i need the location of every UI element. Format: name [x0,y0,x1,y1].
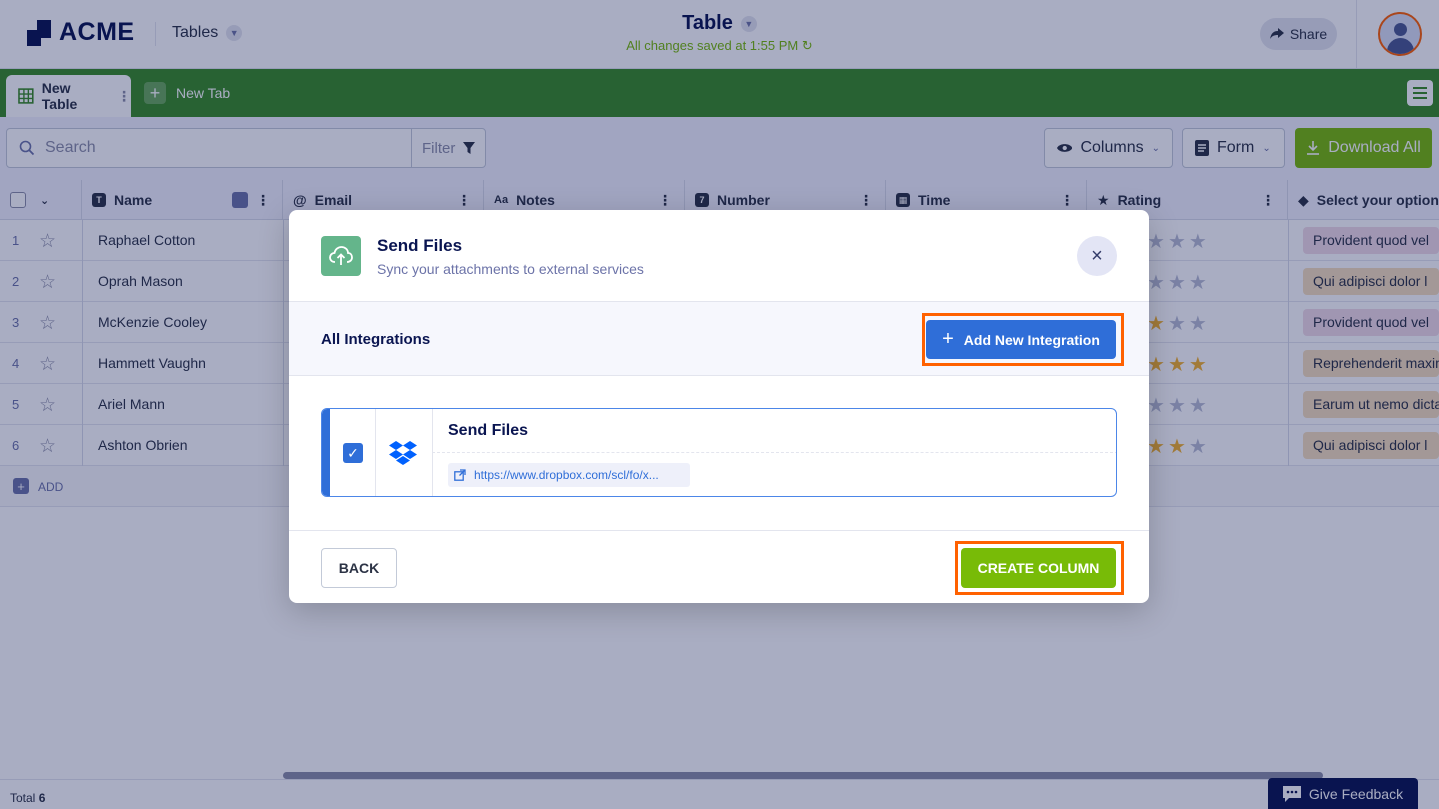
close-icon: × [1091,244,1103,267]
modal-subtitle: Sync your attachments to external servic… [377,261,644,277]
add-new-integration-button[interactable]: + Add New Integration [926,320,1116,359]
integration-checkbox[interactable]: ✓ [343,443,363,463]
modal-header: Send Files Sync your attachments to exte… [289,210,1149,302]
dropbox-icon [389,441,417,470]
plus-icon: + [942,328,954,350]
modal-footer: BACK CREATE COLUMN [289,530,1149,603]
create-column-button[interactable]: CREATE COLUMN [961,548,1116,588]
back-label: BACK [338,560,380,576]
modal-title: Send Files [377,236,463,255]
section-title: All Integrations [321,331,431,348]
create-column-label: CREATE COLUMN [977,560,1100,576]
add-integration-label: Add New Integration [963,331,1100,348]
integration-link[interactable]: https://www.dropbox.com/scl/fo/x... [448,463,690,487]
external-link-icon [454,469,466,481]
selected-indicator [322,409,330,496]
back-button[interactable]: BACK [321,548,397,588]
close-button[interactable]: × [1077,236,1117,276]
integration-link-text: https://www.dropbox.com/scl/fo/x... [474,468,659,482]
integration-card[interactable]: ✓ Send Files https://www.dropbox.com/scl… [321,408,1117,497]
integration-name: Send Files [448,422,529,439]
send-files-modal: Send Files Sync your attachments to exte… [289,210,1149,603]
cloud-upload-icon [321,236,361,276]
